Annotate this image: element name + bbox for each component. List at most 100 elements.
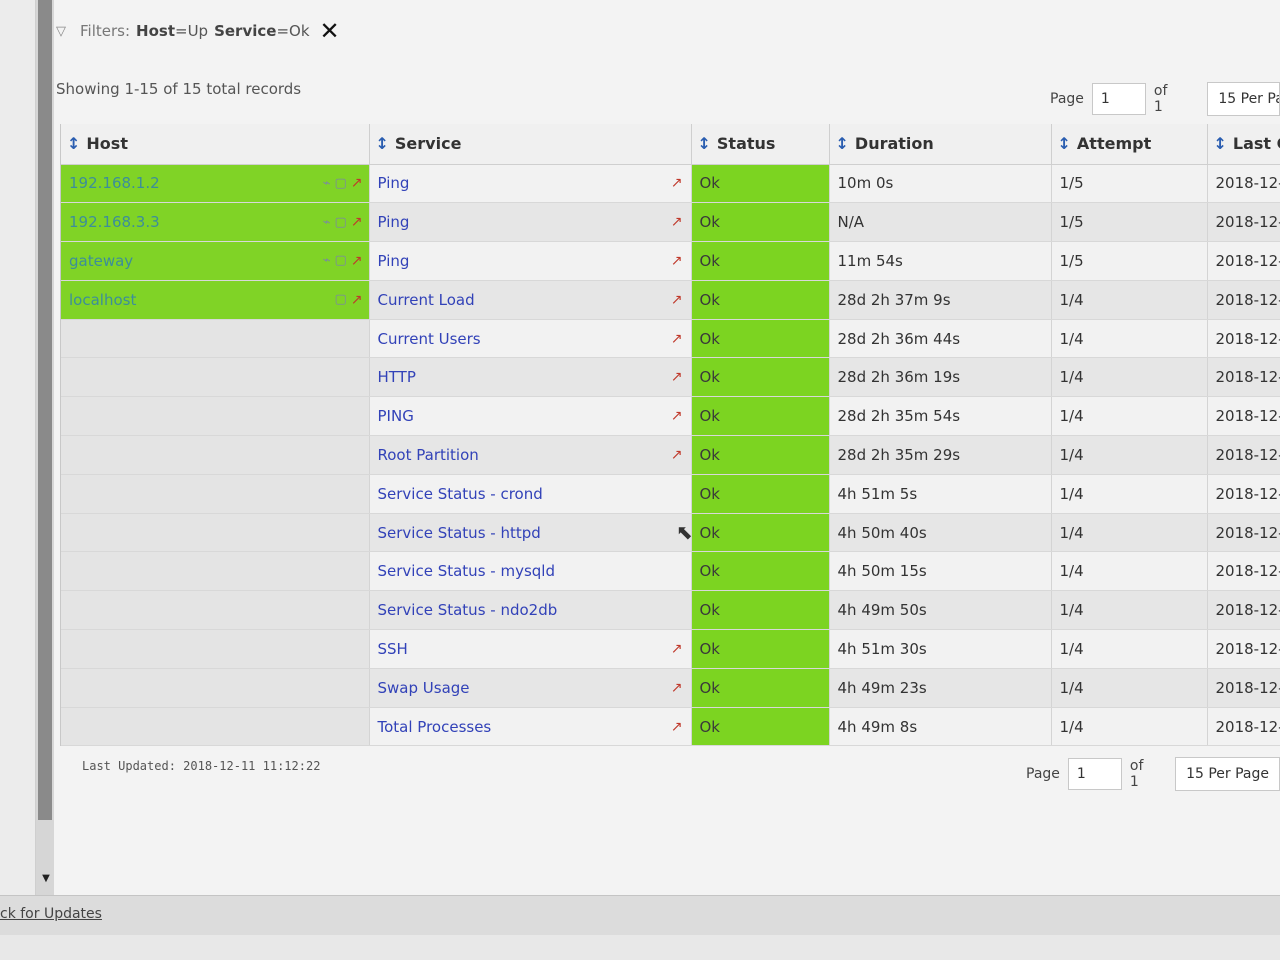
table-row: PING ↗ Ok28d 2h 35m 54s1/42018-12-11 11:1 (61, 396, 1280, 437)
attempt-cell: 1/4 (1051, 629, 1208, 669)
service-link[interactable]: Service Status - ndo2db (378, 601, 558, 619)
scrollbar-thumb[interactable] (38, 0, 52, 820)
page-number-input[interactable] (1091, 83, 1146, 115)
attempt-cell: 1/4 (1051, 280, 1208, 320)
sort-icon[interactable]: ↕ (1058, 134, 1071, 153)
column-header-duration[interactable]: ↕ Duration (829, 124, 1052, 165)
host-link[interactable]: localhost (69, 291, 136, 309)
column-header-last-check[interactable]: ↕Last Check (1207, 124, 1280, 165)
attempt-cell: 1/4 (1051, 474, 1208, 514)
graph-icon[interactable]: ↗ (671, 331, 683, 347)
page-of-label: of 1 (1153, 83, 1168, 115)
host-icons: ⌁ ▢ ↗ (323, 214, 363, 230)
table-row: Service Status - crond Ok 4h 51m 5s 1/4 2018… (61, 474, 1280, 514)
last-check-cell: 2018-12-11 11:1 (1207, 396, 1280, 437)
status-table-wrap: ↕ Host ↕ Service ↕ Status ↕ Duration ↕ Attemp… (60, 124, 1280, 746)
graph-icon[interactable]: ↗ (671, 214, 683, 230)
page-number-input[interactable] (1067, 758, 1122, 790)
graph-icon[interactable]: ↗ (671, 408, 683, 424)
duration-cell: 11m 54s (829, 241, 1052, 281)
filter-icon: ▽ (56, 24, 66, 39)
graph-icon[interactable]: ↗ (351, 175, 363, 191)
service-link[interactable]: Ping (378, 174, 410, 192)
service-cell: Swap Usage ↗ (369, 668, 692, 708)
status-badge: Ok (691, 435, 830, 475)
duration-cell: 4h 49m 50s (829, 590, 1052, 631)
per-page-select[interactable]: 15 Per Page (1175, 757, 1280, 791)
filter-bar: ▽ Filters: Host =Up Service =Ok ✕ (56, 18, 340, 44)
service-link[interactable]: Current Load (378, 291, 475, 309)
clear-filter-close-icon[interactable]: ✕ (320, 19, 340, 43)
graph-icon[interactable]: ↗ (671, 447, 683, 463)
graph-icon[interactable]: ↗ (671, 641, 683, 657)
graph-icon[interactable]: ↗ (671, 719, 683, 735)
graph-icon[interactable]: ↗ (671, 175, 683, 191)
graph-icon[interactable]: ↗ (351, 292, 363, 308)
sort-icon[interactable]: ↕ (67, 134, 80, 153)
table-row: Service Status - httpd Ok 4h 50m 40s 1/4 201… (61, 513, 1280, 553)
duration-cell: 28d 2h 35m 29s (829, 435, 1052, 475)
sort-icon[interactable]: ↕ (698, 134, 711, 153)
service-link[interactable]: Swap Usage (378, 679, 470, 697)
graph-icon[interactable]: ↗ (351, 253, 363, 269)
service-link[interactable]: Current Users (378, 330, 481, 348)
column-header-service[interactable]: ↕ Service (369, 124, 692, 165)
link-icon[interactable]: ⌁ (323, 215, 331, 230)
per-page-select[interactable]: 15 Per Page (1207, 82, 1280, 116)
table-row: 192.168.1.2 ⌁▢ ↗ Ping ↗ Ok10m 0s1/52018-12-11… (61, 164, 1280, 204)
link-icon[interactable]: ⌁ (323, 176, 331, 191)
attempt-cell: 1/4 (1051, 319, 1208, 359)
service-link[interactable]: Root Partition (378, 446, 479, 464)
duration-cell: 28d 2h 35m 54s (829, 396, 1052, 437)
host-link[interactable]: 192.168.1.2 (69, 174, 160, 192)
graph-icon[interactable]: ↗ (671, 680, 683, 696)
scroll-down-icon[interactable]: ▼ (40, 872, 52, 886)
graph-icon[interactable]: ↗ (671, 292, 683, 308)
service-link[interactable]: Total Processes (378, 718, 492, 736)
service-cell: Ping ↗ (369, 202, 692, 243)
filter-service-key: Service (214, 22, 277, 40)
column-header-attempt[interactable]: ↕ Attempt (1051, 124, 1208, 165)
host-link[interactable]: 192.168.3.3 (69, 213, 160, 231)
duration-cell: 4h 49m 8s (829, 707, 1052, 746)
status-badge: Ok (691, 707, 830, 746)
service-link[interactable]: Ping (378, 252, 410, 270)
service-cell: SSH ↗ (369, 629, 692, 669)
last-check-cell: 2018-12-11 11:1 (1207, 319, 1280, 359)
notes-icon[interactable]: ▢ (334, 253, 346, 268)
notes-icon[interactable]: ▢ (334, 215, 346, 230)
last-check-cell: 2018-12-11 11:1 (1207, 357, 1280, 398)
sort-icon[interactable]: ↕ (1214, 134, 1227, 153)
notes-icon[interactable]: ▢ (334, 292, 346, 307)
host-cell-empty (61, 435, 370, 475)
notes-icon[interactable]: ▢ (334, 176, 346, 191)
attempt-cell: 1/4 (1051, 551, 1208, 592)
sort-icon[interactable]: ↕ (376, 134, 389, 153)
sort-icon[interactable]: ↕ (836, 134, 849, 153)
pager-bottom: Page of 1 15 Per Page (1026, 757, 1280, 791)
status-badge: Ok (691, 668, 830, 708)
column-header-status[interactable]: ↕ Status (691, 124, 830, 165)
service-link[interactable]: HTTP (378, 368, 416, 386)
bottom-strip (0, 935, 1280, 960)
status-badge: Ok (691, 280, 830, 320)
last-check-cell: 2018-12-11 11:1 (1207, 668, 1280, 708)
graph-icon[interactable]: ↗ (671, 369, 683, 385)
status-badge: Ok (691, 590, 830, 631)
status-badge: Ok (691, 164, 830, 204)
graph-icon[interactable]: ↗ (351, 214, 363, 230)
service-link[interactable]: Service Status - httpd (378, 524, 541, 542)
service-link[interactable]: SSH (378, 640, 408, 658)
host-link[interactable]: gateway (69, 252, 133, 270)
service-link[interactable]: Service Status - crond (378, 485, 543, 503)
service-link[interactable]: Ping (378, 213, 410, 231)
filter-label: Filters: (80, 22, 131, 40)
service-link[interactable]: PING (378, 407, 414, 425)
check-updates-link[interactable]: ck for Updates (0, 906, 102, 922)
service-link[interactable]: Service Status - mysqld (378, 562, 555, 580)
column-header-host[interactable]: ↕ Host (61, 124, 370, 165)
duration-cell: 10m 0s (829, 164, 1052, 204)
attempt-cell: 1/4 (1051, 590, 1208, 631)
graph-icon[interactable]: ↗ (671, 253, 683, 269)
link-icon[interactable]: ⌁ (323, 253, 331, 268)
